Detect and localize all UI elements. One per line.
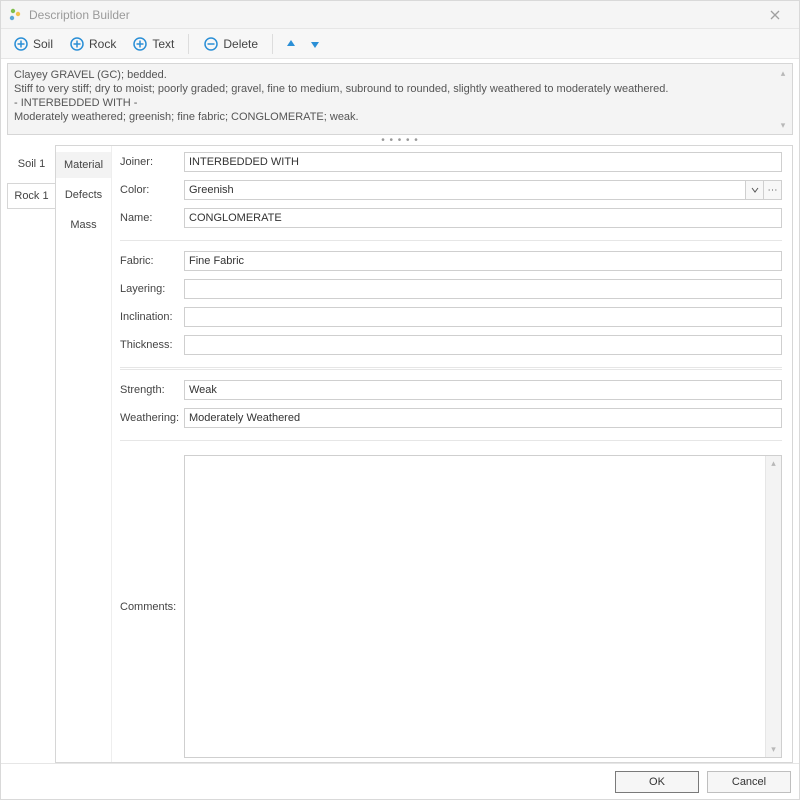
form-separator	[120, 240, 782, 241]
scroll-down-icon: ▾	[781, 118, 786, 132]
inclination-field[interactable]	[184, 307, 782, 327]
comments-scrollbar[interactable]: ▴ ▾	[765, 456, 781, 757]
add-text-label: Text	[152, 37, 174, 51]
color-dropdown-button[interactable]	[746, 180, 764, 200]
label-weathering: Weathering:	[120, 412, 184, 424]
title-bar: Description Builder	[1, 1, 799, 29]
label-inclination: Inclination:	[120, 311, 184, 323]
close-icon[interactable]	[757, 3, 793, 27]
splitter-handle[interactable]: • • • • •	[1, 135, 799, 145]
label-fabric: Fabric:	[120, 255, 184, 267]
label-color: Color:	[120, 184, 184, 196]
preview-line-4: Moderately weathered; greenish; fine fab…	[14, 110, 786, 124]
form-area: Joiner: Color: ⋯ Name:	[112, 146, 792, 762]
color-more-button[interactable]: ⋯	[764, 180, 782, 200]
thickness-field[interactable]	[184, 335, 782, 355]
add-soil-button[interactable]: Soil	[7, 34, 59, 54]
layer-tabs: Soil 1 Rock 1	[7, 145, 55, 763]
joiner-field[interactable]	[184, 152, 782, 172]
color-field[interactable]	[184, 180, 746, 200]
label-layering: Layering:	[120, 283, 184, 295]
move-up-button[interactable]	[281, 34, 301, 54]
label-name: Name:	[120, 212, 184, 224]
tab-material[interactable]: Material	[56, 152, 111, 178]
minus-icon	[203, 36, 219, 52]
add-rock-button[interactable]: Rock	[63, 34, 122, 54]
plus-icon	[132, 36, 148, 52]
cancel-button[interactable]: Cancel	[707, 771, 791, 793]
delete-button[interactable]: Delete	[197, 34, 264, 54]
comments-box: ▴ ▾	[184, 455, 782, 758]
move-down-button[interactable]	[305, 34, 325, 54]
preview-line-1: Clayey GRAVEL (GC); bedded.	[14, 68, 786, 82]
scroll-up-icon: ▴	[781, 66, 786, 80]
strength-field[interactable]	[184, 380, 782, 400]
tab-defects[interactable]: Defects	[56, 182, 111, 208]
delete-label: Delete	[223, 37, 258, 51]
description-preview: Clayey GRAVEL (GC); bedded. Stiff to ver…	[7, 63, 793, 135]
scroll-up-icon: ▴	[771, 458, 776, 469]
toolbar: Soil Rock Text Delete	[1, 29, 799, 59]
work-area: Soil 1 Rock 1 Material Defects Mass Join…	[1, 145, 799, 763]
label-thickness: Thickness:	[120, 339, 184, 351]
toolbar-separator	[272, 34, 273, 54]
detail-panel: Material Defects Mass Joiner: Color:	[55, 145, 793, 763]
add-text-button[interactable]: Text	[126, 34, 180, 54]
comments-field[interactable]	[185, 456, 781, 757]
splitter-dots: • • • • •	[381, 135, 419, 146]
tab-soil-1[interactable]: Soil 1	[7, 151, 55, 177]
category-tabs: Material Defects Mass	[56, 146, 112, 762]
plus-icon	[13, 36, 29, 52]
form-separator	[120, 367, 782, 370]
name-field[interactable]	[184, 208, 782, 228]
dialog-footer: OK Cancel	[1, 763, 799, 799]
app-icon	[7, 7, 23, 23]
preview-line-3: - INTERBEDDED WITH -	[14, 96, 786, 110]
weathering-field[interactable]	[184, 408, 782, 428]
add-rock-label: Rock	[89, 37, 116, 51]
tab-mass[interactable]: Mass	[56, 212, 111, 238]
preview-scrollbar[interactable]: ▴ ▾	[776, 66, 790, 132]
label-joiner: Joiner:	[120, 156, 184, 168]
add-soil-label: Soil	[33, 37, 53, 51]
ok-button[interactable]: OK	[615, 771, 699, 793]
label-comments: Comments:	[120, 455, 184, 758]
label-strength: Strength:	[120, 384, 184, 396]
scroll-down-icon: ▾	[771, 744, 776, 755]
fabric-field[interactable]	[184, 251, 782, 271]
layering-field[interactable]	[184, 279, 782, 299]
plus-icon	[69, 36, 85, 52]
window-title: Description Builder	[29, 8, 757, 22]
preview-line-2: Stiff to very stiff; dry to moist; poorl…	[14, 82, 786, 96]
toolbar-separator	[188, 34, 189, 54]
tab-rock-1[interactable]: Rock 1	[7, 183, 55, 209]
form-separator	[120, 440, 782, 441]
window-frame: Description Builder Soil Rock Text	[0, 0, 800, 800]
